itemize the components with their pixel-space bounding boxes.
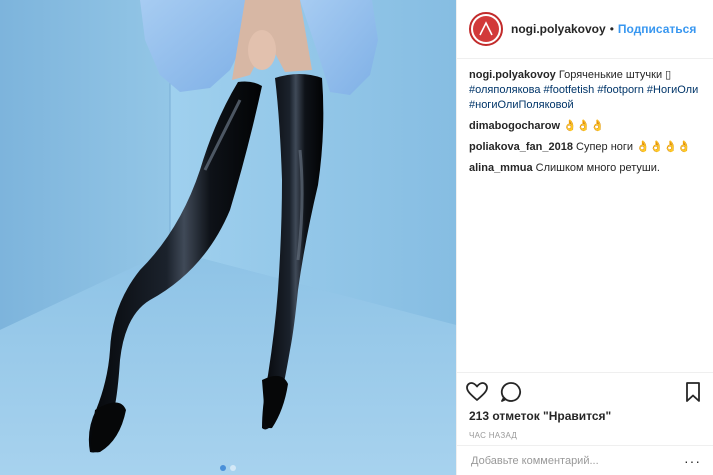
post-sidebar: nogi.polyakovoy • Подписаться nogi.polya… [456, 0, 713, 475]
comment-item: poliakova_fan_2018 Супер ноги 👌👌👌👌 [469, 140, 701, 155]
separator-dot: • [609, 22, 614, 36]
comment-text: 👌👌👌 [563, 120, 605, 132]
heart-icon[interactable] [465, 380, 489, 404]
avatar-logo-icon [473, 16, 499, 42]
carousel-dot-1 [220, 465, 226, 471]
comments-list: nogi.polyakovoy Горяченькие штучки ▯ #ол… [457, 59, 713, 176]
action-icons [465, 379, 705, 405]
photo-illustration [0, 0, 456, 475]
follow-button[interactable]: Подписаться [618, 22, 696, 36]
hashtag[interactable]: #footporn [597, 84, 643, 96]
post-photo[interactable] [0, 0, 456, 475]
caption-text: Горяченькие штучки ▯ [558, 69, 672, 81]
avatar[interactable] [469, 12, 503, 46]
add-comment-bar: ··· [457, 445, 713, 475]
post-timestamp[interactable]: час назад [465, 423, 705, 440]
comment-text: Слишком много ретуши. [535, 162, 660, 174]
comment-input[interactable] [469, 453, 684, 468]
more-icon[interactable]: ··· [684, 454, 701, 468]
hashtag[interactable]: #footfetish [544, 84, 595, 96]
author-username[interactable]: nogi.polyakovoy [511, 22, 606, 36]
carousel-indicator [0, 465, 456, 471]
comment-icon[interactable] [499, 380, 523, 404]
comment-item: alina_mmua Слишком много ретуши. [469, 161, 701, 176]
comment-username[interactable]: dimabogocharow [469, 120, 560, 132]
comment-username[interactable]: poliakova_fan_2018 [469, 141, 573, 153]
post-header: nogi.polyakovoy • Подписаться [457, 0, 713, 59]
carousel-dot-2 [230, 465, 236, 471]
hashtag[interactable]: #оляполякова [469, 84, 540, 96]
hashtag[interactable]: #НогиОли [647, 84, 698, 96]
comment-item: dimabogocharow 👌👌👌 [469, 119, 701, 134]
hashtag[interactable]: #ногиОлиПоляковой [469, 99, 574, 111]
likes-count[interactable]: 213 отметок "Нравится" [465, 405, 705, 423]
comment-text: Супер ноги 👌👌👌👌 [576, 141, 691, 153]
instagram-post: nogi.polyakovoy • Подписаться nogi.polya… [0, 0, 713, 475]
caption-username[interactable]: nogi.polyakovoy [469, 69, 556, 81]
post-actions: 213 отметок "Нравится" час назад [457, 372, 713, 440]
bookmark-icon[interactable] [681, 380, 705, 404]
comment-username[interactable]: alina_mmua [469, 162, 533, 174]
caption: nogi.polyakovoy Горяченькие штучки ▯ #ол… [469, 68, 701, 113]
